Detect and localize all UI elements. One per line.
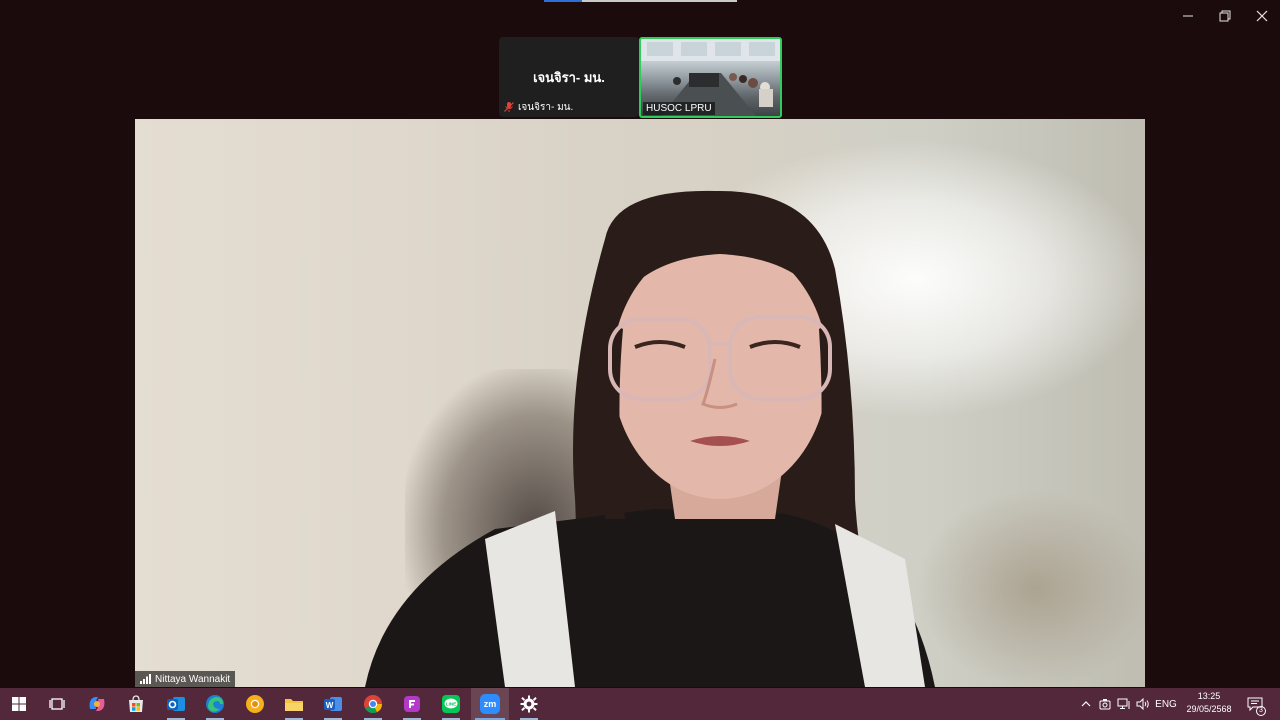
minimize-icon[interactable] — [1171, 4, 1205, 28]
svg-text:LINE: LINE — [446, 702, 456, 707]
clock-time: 13:25 — [1197, 691, 1221, 701]
zoom-icon[interactable]: zm — [471, 688, 509, 720]
participant-tile-video[interactable]: HUSOC LPRU — [639, 37, 782, 118]
zoom-meeting-window: เจนจิรา- มน. เจนจิรา- มน. HUSOC LPRU Nit… — [0, 0, 1280, 720]
notification-count-badge: 3 — [1256, 706, 1266, 716]
folder-icon[interactable] — [275, 688, 313, 720]
mic-muted-icon — [504, 102, 514, 112]
participant-display-name: เจนจิรา- มน. — [533, 70, 605, 85]
microsoft-store-icon[interactable] — [117, 688, 155, 720]
signal-bars-icon — [140, 674, 151, 684]
taskbar-clock[interactable]: 13:25 29/05/2568 — [1180, 690, 1238, 718]
restore-icon[interactable] — [1208, 4, 1242, 28]
svg-text:W: W — [326, 701, 334, 710]
close-icon[interactable] — [1245, 4, 1279, 28]
participant-name-label: เจนจิรา- มน. — [503, 100, 573, 114]
speaker-person — [365, 190, 935, 687]
gear-icon[interactable] — [510, 688, 548, 720]
windows-start-icon[interactable] — [0, 688, 38, 720]
participant-name-text: เจนจิรา- มน. — [518, 101, 574, 113]
chrome-icon[interactable] — [354, 688, 392, 720]
pdf-app-icon[interactable] — [393, 688, 431, 720]
windows-taskbar: W LINE zm ENG 13:25 29/05/2568 3 — [0, 688, 1280, 720]
participant-video-label: HUSOC LPRU — [643, 102, 715, 115]
top-loading-bar — [544, 0, 737, 2]
active-speaker-name-label: Nittaya Wannakit — [135, 671, 236, 687]
active-speaker-video[interactable] — [135, 119, 1145, 687]
edge-icon[interactable] — [196, 688, 234, 720]
participant-tile-name-only[interactable]: เจนจิรา- มน. เจนจิรา- มน. — [499, 37, 639, 117]
task-view-icon[interactable] — [38, 688, 76, 720]
word-icon[interactable]: W — [314, 688, 352, 720]
clock-date: 29/05/2568 — [1186, 704, 1232, 714]
outlook-icon[interactable] — [157, 688, 195, 720]
active-speaker-name: Nittaya Wannakit — [155, 673, 231, 685]
zoom-icon-label: zm — [483, 699, 497, 709]
notification-icon[interactable]: 3 — [1242, 688, 1268, 720]
language-indicator[interactable]: ENG — [1153, 688, 1179, 720]
chrome-yellow-icon[interactable] — [236, 688, 274, 720]
chevron-up-icon[interactable] — [1077, 688, 1095, 720]
network-icon[interactable] — [1115, 688, 1133, 720]
camera-tray-icon[interactable] — [1097, 688, 1113, 720]
line-icon[interactable]: LINE — [432, 688, 470, 720]
copilot-icon[interactable] — [78, 688, 116, 720]
volume-icon[interactable] — [1134, 688, 1152, 720]
